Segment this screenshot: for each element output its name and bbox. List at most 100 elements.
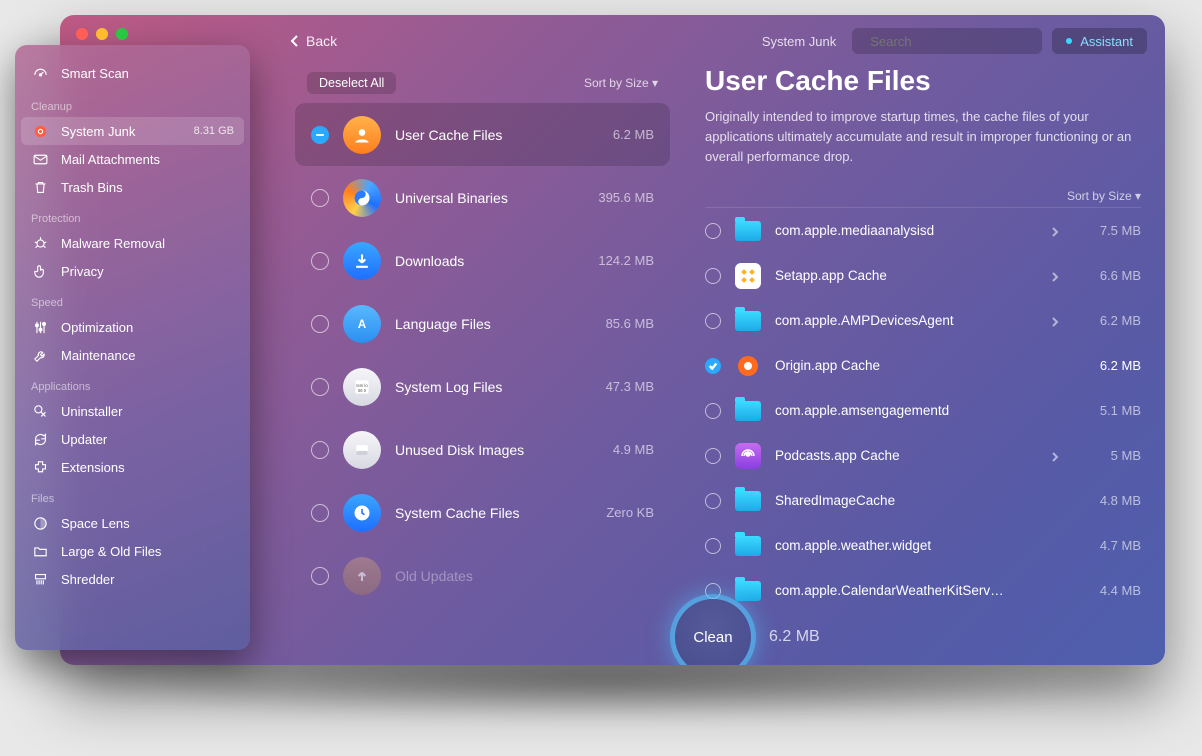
folder-icon	[735, 491, 761, 511]
category-name: Unused Disk Images	[395, 442, 524, 458]
checkbox[interactable]	[705, 538, 721, 554]
detail-title: User Cache Files	[705, 65, 1141, 97]
list-item[interactable]: Origin.app Cache 6.2 MB	[705, 343, 1141, 388]
gauge-icon	[31, 64, 49, 82]
sidebar-item-shredder[interactable]: Shredder	[15, 565, 250, 593]
sidebar-item-uninstaller[interactable]: Uninstaller	[15, 397, 250, 425]
checkbox[interactable]	[311, 252, 329, 270]
list-item[interactable]: com.apple.weather.widget 4.7 MB	[705, 523, 1141, 568]
list-item[interactable]: com.apple.mediaanalysisd 7.5 MB	[705, 208, 1141, 253]
category-size: Zero KB	[606, 505, 654, 520]
back-button[interactable]: Back	[290, 33, 337, 49]
sidebar-item-mail-attachments[interactable]: Mail Attachments	[15, 145, 250, 173]
sidebar-item-trash-bins[interactable]: Trash Bins	[15, 173, 250, 201]
list-item[interactable]: com.apple.AMPDevicesAgent 6.2 MB	[705, 298, 1141, 343]
item-name: Setapp.app Cache	[775, 268, 887, 283]
category-row[interactable]: Old Updates	[295, 544, 670, 607]
traffic-lights	[76, 28, 128, 40]
category-row[interactable]: Downloads 124.2 MB	[295, 229, 670, 292]
chevron-right-icon	[1051, 450, 1059, 462]
close-window-button[interactable]	[76, 28, 88, 40]
list-item[interactable]: Podcasts.app Cache 5 MB	[705, 433, 1141, 478]
deselect-all-button[interactable]: Deselect All	[307, 72, 396, 94]
chevron-right-icon	[1051, 225, 1059, 237]
sidebar-item-updater[interactable]: Updater	[15, 425, 250, 453]
checkbox[interactable]	[705, 403, 721, 419]
checkbox[interactable]	[705, 448, 721, 464]
sidebar-item-maintenance[interactable]: Maintenance	[15, 341, 250, 369]
sidebar-item-extensions[interactable]: Extensions	[15, 453, 250, 481]
checkbox[interactable]	[311, 504, 329, 522]
item-name: com.apple.CalendarWeatherKitService	[775, 583, 1005, 598]
mail-icon	[31, 150, 49, 168]
sidebar-item-space-lens[interactable]: Space Lens	[15, 509, 250, 537]
checkbox[interactable]	[311, 189, 329, 207]
gear-icon	[31, 122, 49, 140]
category-row[interactable]: tem lo56 0 System Log Files 47.3 MB	[295, 355, 670, 418]
system-junk-size: 8.31 GB	[194, 125, 234, 137]
list-item[interactable]: com.apple.amsengagementd 5.1 MB	[705, 388, 1141, 433]
checkbox[interactable]	[705, 313, 721, 329]
search-field[interactable]	[852, 28, 1042, 54]
up-icon	[343, 557, 381, 595]
category-sort-button[interactable]: Sort by Size ▾	[584, 76, 658, 90]
sidebar-item-large-old-files[interactable]: Large & Old Files	[15, 537, 250, 565]
clean-button[interactable]: Clean	[675, 599, 751, 665]
checkbox[interactable]	[705, 583, 721, 599]
category-row[interactable]: A Language Files 85.6 MB	[295, 292, 670, 355]
checkbox[interactable]	[311, 378, 329, 396]
checkbox[interactable]	[311, 315, 329, 333]
checkbox[interactable]	[705, 493, 721, 509]
category-name: User Cache Files	[395, 127, 502, 143]
item-name: com.apple.AMPDevicesAgent	[775, 313, 954, 328]
clock-icon	[343, 494, 381, 532]
category-row[interactable]: User Cache Files 6.2 MB	[295, 103, 670, 166]
minimize-window-button[interactable]	[96, 28, 108, 40]
list-item[interactable]: SharedImageCache 4.8 MB	[705, 478, 1141, 523]
checkbox[interactable]	[705, 358, 721, 374]
item-size: 7.5 MB	[1073, 223, 1141, 238]
yinyang-icon	[343, 179, 381, 217]
sidebar-item-system-junk[interactable]: System Junk 8.31 GB	[21, 117, 244, 145]
assistant-button[interactable]: Assistant	[1052, 28, 1147, 54]
item-size: 4.8 MB	[1073, 493, 1141, 508]
category-pane: Deselect All Sort by Size ▾ User Cache F…	[285, 63, 680, 665]
chevron-right-icon	[1051, 270, 1059, 282]
sidebar-item-optimization[interactable]: Optimization	[15, 313, 250, 341]
item-name: com.apple.weather.widget	[775, 538, 931, 553]
svg-text:A: A	[358, 318, 367, 331]
hand-icon	[31, 262, 49, 280]
search-input[interactable]	[870, 34, 1046, 49]
item-size: 4.7 MB	[1073, 538, 1141, 553]
checkbox[interactable]	[705, 223, 721, 239]
checkbox[interactable]	[311, 567, 329, 585]
chevron-right-icon	[1051, 315, 1059, 327]
disk-icon	[343, 431, 381, 469]
item-size: 5.1 MB	[1073, 403, 1141, 418]
category-size: 124.2 MB	[598, 253, 654, 268]
sidebar-smart-scan[interactable]: Smart Scan	[15, 57, 250, 89]
detail-sort-button[interactable]: Sort by Size ▾	[1067, 189, 1141, 203]
item-size: 5 MB	[1073, 448, 1141, 463]
sidebar-item-privacy[interactable]: Privacy	[15, 257, 250, 285]
bug-icon	[31, 234, 49, 252]
list-item[interactable]: Setapp.app Cache 6.6 MB	[705, 253, 1141, 298]
checkbox[interactable]	[311, 441, 329, 459]
checkbox[interactable]	[705, 268, 721, 284]
category-row[interactable]: Unused Disk Images 4.9 MB	[295, 418, 670, 481]
clean-size-label: 6.2 MB	[769, 628, 820, 646]
category-row[interactable]: Universal Binaries 395.6 MB	[295, 166, 670, 229]
trash-icon	[31, 178, 49, 196]
sidebar-section-speed: Speed	[15, 285, 250, 313]
A-icon: A	[343, 305, 381, 343]
fullscreen-window-button[interactable]	[116, 28, 128, 40]
item-name: Origin.app Cache	[775, 358, 880, 373]
sidebar-item-malware-removal[interactable]: Malware Removal	[15, 229, 250, 257]
checkbox[interactable]	[311, 126, 329, 144]
category-row[interactable]: System Cache Files Zero KB	[295, 481, 670, 544]
folder-icon	[735, 311, 761, 331]
category-name: System Cache Files	[395, 505, 519, 521]
item-name: SharedImageCache	[775, 493, 895, 508]
sidebar-section-applications: Applications	[15, 369, 250, 397]
sliders-icon	[31, 318, 49, 336]
